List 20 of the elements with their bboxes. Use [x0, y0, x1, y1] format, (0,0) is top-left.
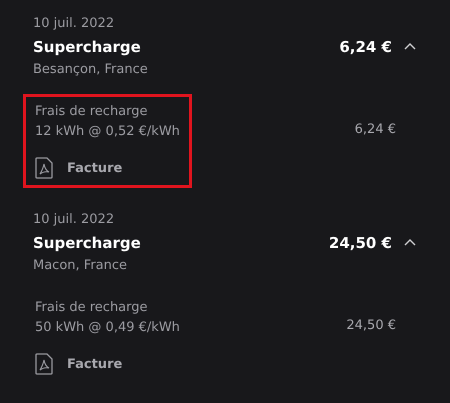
chevron-icon[interactable]: [404, 238, 416, 246]
fee-detail: 50 kWh @ 0,49 €/kWh: [35, 319, 180, 337]
invoice-link[interactable]: Facture: [67, 160, 122, 176]
chevron-icon[interactable]: [404, 42, 416, 50]
charge-location: Besançon, France: [33, 61, 149, 79]
pdf-file-icon[interactable]: [35, 353, 53, 375]
fee-detail: 12 kWh @ 0,52 €/kWh: [35, 123, 180, 141]
charge-date: 10 juil. 2022: [33, 211, 116, 229]
pdf-file-icon[interactable]: [35, 157, 53, 179]
charge-title: Supercharge: [33, 38, 142, 56]
charge-total: 24,50 €: [328, 234, 392, 252]
charge-date: 10 juil. 2022: [33, 15, 116, 33]
fee-label: Frais de recharge: [35, 103, 149, 121]
charge-title: Supercharge: [33, 234, 142, 252]
fee-amount: 6,24 €: [354, 122, 396, 137]
invoice-link[interactable]: Facture: [67, 356, 122, 372]
charge-location: Macon, France: [33, 257, 128, 275]
fee-label: Frais de recharge: [35, 299, 149, 317]
charge-total: 6,24 €: [339, 38, 392, 56]
fee-amount: 24,50 €: [346, 318, 396, 333]
